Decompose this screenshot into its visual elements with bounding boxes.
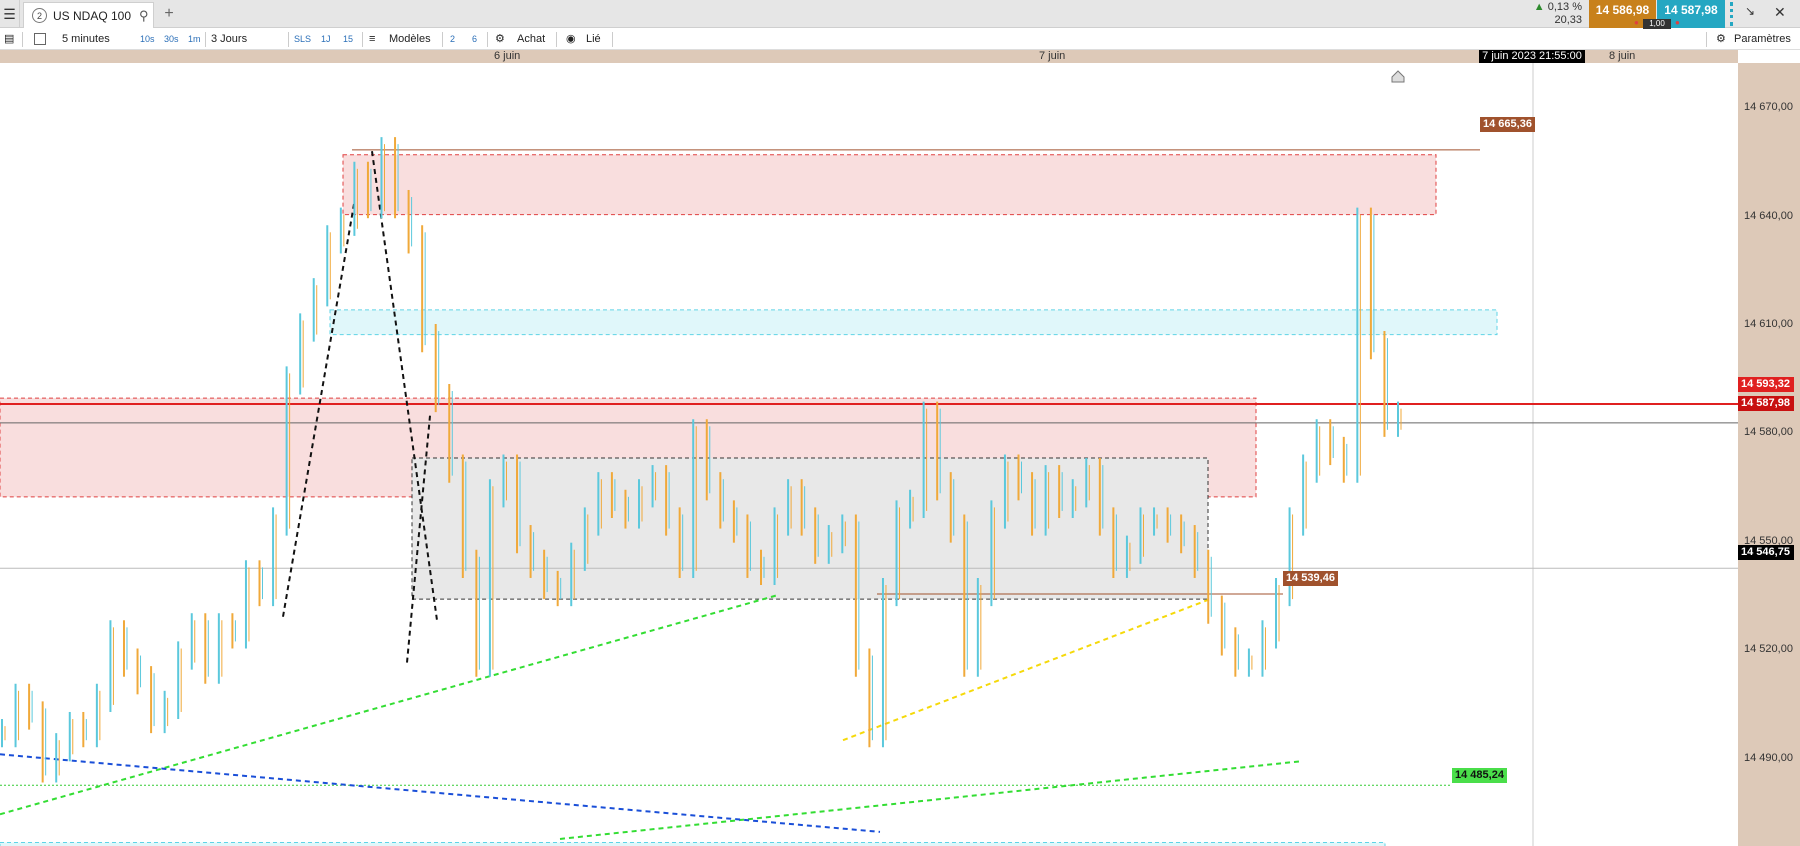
toolbar-divider — [556, 32, 557, 47]
add-tab-button[interactable]: + — [160, 4, 178, 24]
level-tag-mid: 14 539,46 — [1283, 571, 1338, 586]
chart-toolbar: ▤ 5 minutes 10s 30s 1m 3 Jours SLS 1J 15… — [0, 29, 1800, 50]
layout-2-button[interactable]: 2 — [450, 29, 455, 50]
price-change: ▲ 0,13 % 20,33 — [1530, 1, 1586, 27]
toolbar-divider — [442, 32, 443, 47]
sls-button[interactable]: SLS — [294, 29, 311, 50]
eye-icon[interactable]: ◉ — [566, 29, 576, 50]
close-icon[interactable]: ✕ — [1774, 4, 1786, 21]
templates-icon[interactable]: ≡ — [369, 29, 375, 50]
timeframe-select[interactable]: 5 minutes — [62, 29, 110, 50]
zone-demand — [0, 841, 1386, 846]
price-chart[interactable]: 14 670,00 14 640,00 14 610,00 14 580,00 … — [0, 63, 1800, 846]
toolbar-divider — [288, 32, 289, 47]
trendline-yellow — [842, 598, 1211, 742]
scroll-home-icon — [1391, 70, 1405, 83]
toolbar-divider — [22, 32, 23, 47]
price-tick: 14 580,00 — [1744, 426, 1793, 438]
date-label: 7 juin — [1039, 50, 1066, 62]
order-icon[interactable]: ⚙ — [495, 29, 505, 50]
trendline-green — [559, 760, 1301, 840]
price-tick: 14 490,00 — [1744, 752, 1793, 764]
trendline-black — [371, 151, 438, 621]
change-absolute: 20,33 — [1554, 14, 1582, 26]
menu-icon[interactable]: ☰ — [0, 0, 20, 28]
spread-left-marker: ● — [1634, 18, 1639, 27]
quick-30s-button[interactable]: 30s — [164, 29, 179, 50]
price-axis[interactable] — [1738, 63, 1800, 846]
trendline-blue — [0, 753, 881, 833]
zone-supply — [342, 154, 1437, 216]
level-tag-low: 14 485,24 — [1452, 768, 1507, 783]
date-label: 8 juin — [1609, 50, 1636, 62]
quick-10s-button[interactable]: 10s — [140, 29, 155, 50]
price-tick: 14 520,00 — [1744, 643, 1793, 655]
tab-number-badge: 2 — [32, 8, 47, 23]
date-axis: 6 juin 7 juin 7 juin 2023 21:55:00 8 jui… — [0, 50, 1738, 63]
toolbar-divider — [205, 32, 206, 47]
settings-button[interactable]: Paramètres — [1734, 29, 1791, 50]
period-1j-button[interactable]: 1J — [321, 29, 331, 50]
minimize-icon[interactable]: ↘ — [1745, 4, 1755, 18]
linked-toggle[interactable]: Lié — [586, 29, 601, 50]
spread-right-marker: ● — [1675, 18, 1680, 27]
templates-button[interactable]: Modèles — [389, 29, 431, 50]
buy-order-button[interactable]: Achat — [517, 29, 545, 50]
date-label: 6 juin — [494, 50, 521, 62]
level-tag-red: 14 593,32 — [1738, 377, 1794, 392]
list-icon[interactable]: ▤ — [4, 29, 14, 50]
toolbar-divider — [487, 32, 488, 47]
toolbar-divider — [1706, 32, 1707, 47]
up-arrow-icon: ▲ — [1533, 1, 1545, 13]
resize-handle[interactable] — [1730, 2, 1740, 26]
zone-demand — [329, 309, 1498, 336]
gear-icon[interactable]: ⚙ — [1716, 29, 1726, 50]
trendline-green — [0, 594, 777, 816]
current-price-tag: 14 587,98 — [1738, 396, 1794, 411]
price-tick: 14 610,00 — [1744, 318, 1793, 330]
tab-chart[interactable]: 2 US NDAQ 100 ⚲ — [23, 2, 154, 28]
layout-6-button[interactable]: 6 — [472, 29, 477, 50]
price-tick: 14 640,00 — [1744, 210, 1793, 222]
level-tag-high: 14 665,36 — [1480, 117, 1535, 132]
toolbar-divider — [362, 32, 363, 47]
tab-title: US NDAQ 100 — [53, 8, 132, 23]
quick-1m-button[interactable]: 1m — [188, 29, 201, 50]
top-tab-bar: ☰ 2 US NDAQ 100 ⚲ + ▲ 0,13 % 20,33 14 58… — [0, 0, 1800, 29]
crosshair-price-tag: 14 546,75 — [1738, 545, 1794, 560]
change-percent: 0,13 % — [1547, 1, 1582, 13]
period-select[interactable]: 3 Jours — [211, 29, 247, 50]
layout-icon[interactable] — [34, 29, 46, 50]
crosshair-date-label: 7 juin 2023 21:55:00 — [1479, 50, 1585, 63]
period-15-button[interactable]: 15 — [343, 29, 353, 50]
spread-value: 1,00 — [1643, 19, 1671, 29]
price-tick: 14 670,00 — [1744, 101, 1793, 113]
search-icon[interactable]: ⚲ — [139, 8, 149, 24]
toolbar-divider — [612, 32, 613, 47]
chart-plot-area[interactable] — [0, 63, 1738, 846]
